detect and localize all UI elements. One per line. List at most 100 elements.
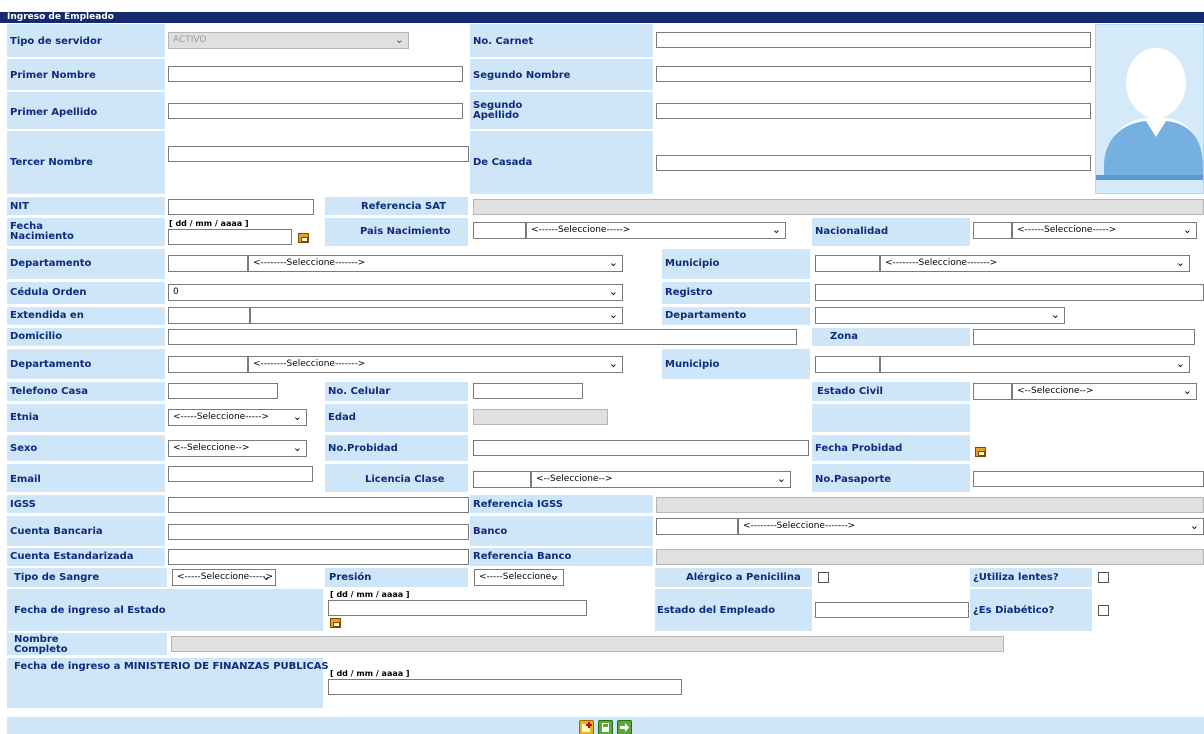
label-telefono-casa: Telefono Casa	[10, 386, 88, 397]
banco-code-input[interactable]	[656, 518, 738, 535]
cedula-orden-select[interactable]: 0 ⌄	[168, 284, 623, 301]
banco-value: <--------Seleccione------->	[743, 521, 856, 531]
chevron-down-icon: ⌄	[608, 256, 618, 269]
licencia-clase-select[interactable]: <--Seleccione--> ⌄	[531, 471, 791, 488]
label-utiliza-lentes: ¿Utiliza lentes?	[973, 572, 1059, 583]
alergico-checkbox[interactable]	[818, 572, 829, 583]
cuenta-estandarizada-input[interactable]	[168, 549, 469, 565]
chevron-down-icon: ⌄	[1189, 519, 1199, 532]
tercer-nombre-input[interactable]	[168, 146, 469, 162]
presion-select[interactable]: <-----Seleccione-- ⌄	[474, 569, 564, 586]
fecha-ingreso-ministerio-input[interactable]	[328, 679, 682, 695]
municipio-code-input[interactable]	[815, 255, 880, 272]
label-edad: Edad	[328, 412, 356, 423]
domicilio-input[interactable]	[168, 329, 797, 345]
label-igss: IGSS	[10, 499, 36, 510]
segundo-nombre-input[interactable]	[656, 66, 1091, 82]
label-no-celular: No. Celular	[328, 386, 391, 397]
label-fecha-ingreso-ministerio: Fecha de ingreso a MINISTERIO DE FINANZA…	[14, 661, 329, 672]
label-cuenta-estandarizada: Cuenta Estandarizada	[10, 551, 134, 562]
extendida-en-select[interactable]: ⌄	[250, 307, 623, 324]
label-estado-empleado: Estado del Empleado	[657, 605, 776, 616]
chevron-down-icon: ⌄	[549, 570, 559, 583]
nacionalidad-value: <------Seleccione----->	[1017, 225, 1117, 235]
nombre-completo-input[interactable]	[171, 636, 1004, 652]
nacionalidad-select[interactable]: <------Seleccione-----> ⌄	[1012, 222, 1197, 239]
label-sexo: Sexo	[10, 443, 38, 454]
calendar-icon[interactable]	[298, 233, 309, 243]
label-de-casada: De Casada	[473, 157, 533, 168]
igss-input[interactable]	[168, 497, 469, 513]
departamento-code-input[interactable]	[168, 255, 248, 272]
date-format-hint: [ dd / mm / aaaa ]	[169, 219, 249, 228]
nit-input[interactable]	[168, 199, 314, 215]
fecha-ingreso-estado-input[interactable]	[328, 600, 587, 616]
form-header: Ingreso de Empleado	[0, 12, 1204, 23]
pais-nacimiento-select[interactable]: <------Seleccione-----> ⌄	[526, 222, 786, 239]
tipo-sangre-select[interactable]: <-----Seleccione-----> ⌄	[172, 569, 276, 586]
licencia-clase-code-input[interactable]	[473, 471, 531, 488]
departamento-domicilio-code-input[interactable]	[168, 356, 248, 373]
primer-apellido-input[interactable]	[168, 103, 463, 119]
save-button[interactable]	[598, 720, 613, 734]
sexo-value: <--Seleccione-->	[173, 443, 250, 453]
departamento-select[interactable]: <--------Seleccione-------> ⌄	[248, 255, 623, 272]
no-celular-input[interactable]	[473, 383, 583, 399]
banco-select[interactable]: <--------Seleccione-------> ⌄	[738, 518, 1204, 535]
exit-button[interactable]	[617, 720, 632, 734]
referencia-igss-input[interactable]	[656, 497, 1204, 513]
label-segundo-nombre: Segundo Nombre	[473, 70, 571, 81]
cuenta-bancaria-input[interactable]	[168, 524, 469, 540]
calendar-icon[interactable]	[975, 447, 986, 457]
label-tipo-servidor: Tipo de servidor	[10, 36, 102, 47]
es-diabetico-checkbox[interactable]	[1098, 605, 1109, 616]
date-format-hint: [ dd / mm / aaaa ]	[330, 590, 410, 599]
registro-input[interactable]	[815, 284, 1204, 301]
de-casada-input[interactable]	[656, 155, 1091, 171]
telefono-casa-input[interactable]	[168, 383, 278, 399]
label-es-diabetico: ¿Es Diabético?	[973, 605, 1055, 616]
utiliza-lentes-checkbox[interactable]	[1098, 572, 1109, 583]
avatar[interactable]	[1095, 24, 1204, 194]
extendida-en-code-input[interactable]	[168, 307, 250, 324]
pais-nacimiento-code-input[interactable]	[473, 222, 526, 239]
chevron-down-icon: ⌄	[394, 33, 404, 46]
etnia-select[interactable]: <-----Seleccione-----> ⌄	[168, 409, 307, 426]
estado-civil-value: <--Seleccione-->	[1017, 386, 1094, 396]
estado-empleado-input[interactable]	[815, 602, 969, 618]
label-municipio: Municipio	[665, 258, 720, 269]
email-input[interactable]	[168, 466, 313, 482]
label-licencia-clase: Licencia Clase	[365, 474, 445, 485]
referencia-banco-input[interactable]	[656, 549, 1204, 565]
fecha-nacimiento-input[interactable]	[168, 229, 292, 245]
label-referencia-igss: Referencia IGSS	[473, 499, 563, 510]
segundo-apellido-input[interactable]	[656, 103, 1091, 119]
label-domicilio: Domicilio	[10, 331, 63, 342]
label-fecha-probidad: Fecha Probidad	[815, 443, 903, 454]
departamento-domicilio-select[interactable]: <--------Seleccione-------> ⌄	[248, 356, 623, 373]
estado-civil-select[interactable]: <--Seleccione--> ⌄	[1012, 383, 1197, 400]
estado-civil-code-input[interactable]	[973, 383, 1012, 400]
nacionalidad-code-input[interactable]	[973, 222, 1012, 239]
zona-input[interactable]	[973, 329, 1195, 345]
referencia-sat-input[interactable]	[473, 199, 1204, 215]
no-probidad-input[interactable]	[473, 440, 809, 456]
primer-nombre-input[interactable]	[168, 66, 463, 82]
no-carnet-input[interactable]	[656, 32, 1091, 48]
label-primer-apellido: Primer Apellido	[10, 107, 98, 118]
calendar-icon[interactable]	[330, 618, 341, 628]
new-record-button[interactable]	[579, 720, 594, 734]
label-zona: Zona	[830, 331, 858, 342]
label-referencia-banco: Referencia Banco	[473, 551, 572, 562]
municipio-domicilio-code-input[interactable]	[815, 356, 880, 373]
chevron-down-icon: ⌄	[608, 308, 618, 321]
edad-input[interactable]	[473, 409, 608, 425]
chevron-down-icon: ⌄	[1050, 308, 1060, 321]
municipio-select[interactable]: <--------Seleccione-------> ⌄	[880, 255, 1190, 272]
tipo-servidor-select[interactable]: ACTIVO ⌄	[168, 32, 409, 49]
departamento-extendida-select[interactable]: ⌄	[815, 307, 1065, 324]
no-pasaporte-input[interactable]	[973, 471, 1204, 487]
avatar-silhouette-icon	[1096, 25, 1203, 193]
municipio-domicilio-select[interactable]: ⌄	[880, 356, 1190, 373]
sexo-select[interactable]: <--Seleccione--> ⌄	[168, 440, 307, 457]
